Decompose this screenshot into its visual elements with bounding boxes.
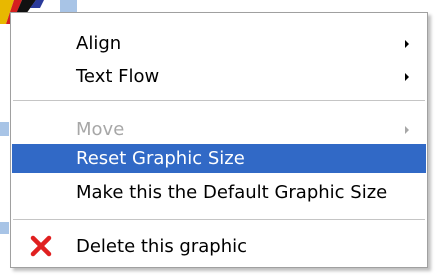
submenu-arrow-icon (405, 125, 409, 134)
menu-item-text-flow[interactable]: Text Flow (12, 62, 426, 91)
submenu-arrow-icon (405, 39, 409, 48)
menu-item-align[interactable]: Align (12, 29, 426, 58)
background-square (0, 222, 9, 234)
menu-item-label: Move (76, 119, 125, 140)
menu-item-move[interactable]: Move (12, 115, 426, 144)
menu-separator (13, 219, 425, 220)
menu-item-label: Align (76, 33, 122, 54)
menu-item-label: Reset Graphic Size (76, 148, 245, 169)
delete-x-icon (30, 235, 52, 257)
menu-item-label: Text Flow (76, 66, 160, 87)
background-square (0, 122, 9, 136)
submenu-arrow-icon (405, 72, 409, 81)
menu-item-label: Make this the Default Graphic Size (76, 182, 388, 203)
menu-separator (13, 100, 425, 101)
context-menu: Align Text Flow Move Reset Graphic Size … (10, 12, 428, 268)
menu-item-delete-graphic[interactable]: Delete this graphic (12, 232, 426, 261)
menu-item-label: Delete this graphic (76, 236, 248, 257)
menu-item-make-default-graphic-size[interactable]: Make this the Default Graphic Size (12, 178, 426, 207)
menu-item-reset-graphic-size[interactable]: Reset Graphic Size (12, 144, 426, 173)
